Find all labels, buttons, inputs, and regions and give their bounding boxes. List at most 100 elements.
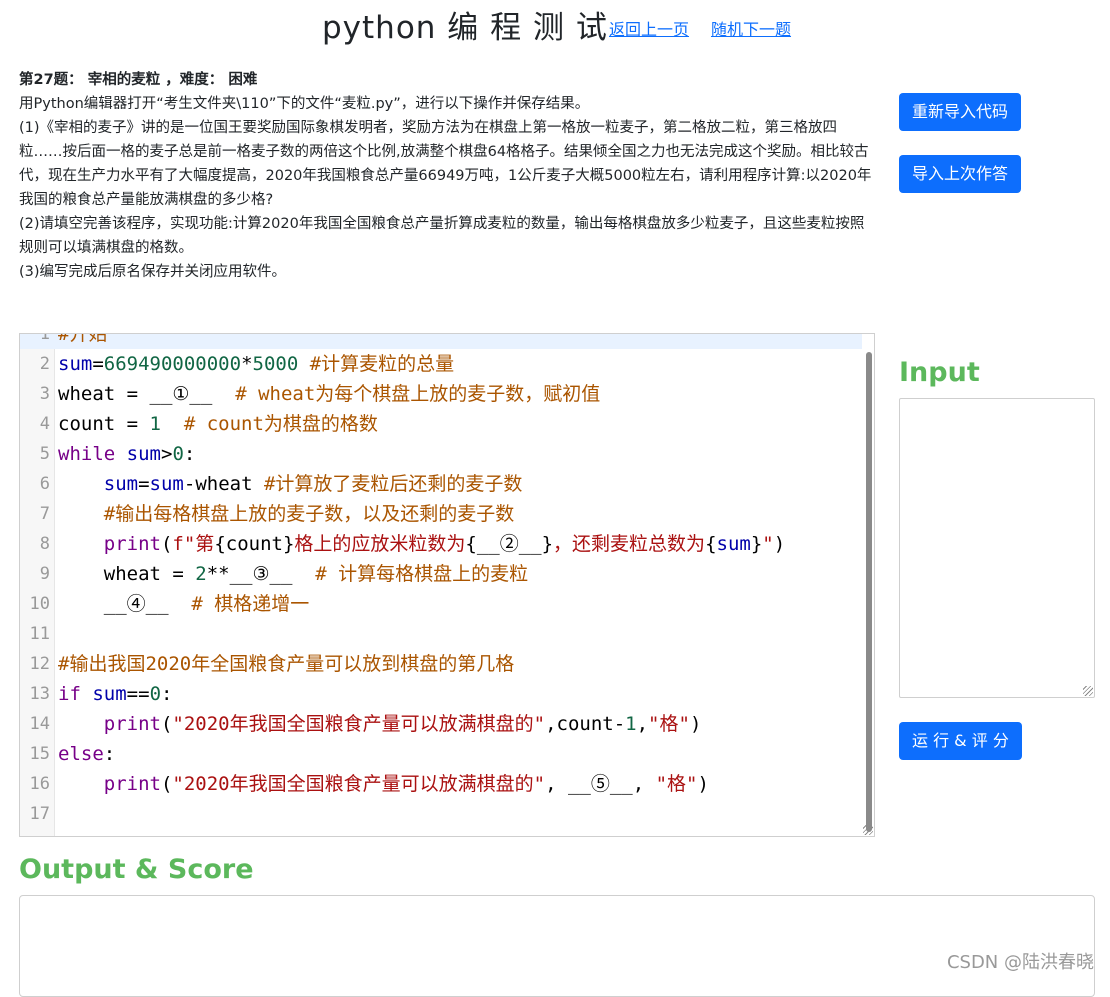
code-token: {count} <box>214 533 295 555</box>
code-token: print <box>103 713 161 735</box>
code-token: " <box>762 533 774 555</box>
code-line[interactable]: 15 else: <box>20 739 862 769</box>
code-token: sum <box>126 443 161 465</box>
code-line[interactable]: 13 if sum==0: <box>20 679 862 709</box>
line-number: 7 <box>39 504 50 524</box>
code-token: : <box>161 683 173 705</box>
code-token: # count为棋盘的格数 <box>183 413 378 435</box>
line-content: #输出每格棋盘上放的麦子数，以及还剩的麦子数 <box>58 499 514 529</box>
page-title: python 编 程 测 试 <box>322 10 608 46</box>
code-line[interactable]: 8 print(f"第{count}格上的应放米粒数为{__②__}，还剩麦粒总… <box>20 529 862 559</box>
line-content: #开始 <box>58 333 108 349</box>
line-number: 15 <box>29 744 50 764</box>
code-token: **__③__ <box>206 563 316 585</box>
input-resize-handle[interactable] <box>1083 686 1093 696</box>
code-token: __④__ <box>58 593 192 615</box>
code-token: "格" <box>655 773 698 795</box>
code-token: = <box>138 473 150 495</box>
code-token: #开始 <box>58 333 108 345</box>
code-token: sum <box>92 683 127 705</box>
line-number: 9 <box>39 564 50 584</box>
line-content: sum=669490000000*5000 #计算麦粒的总量 <box>58 349 454 379</box>
code-token: #输出每格棋盘上放的麦子数，以及还剩的麦子数 <box>103 503 515 525</box>
code-line[interactable]: 17 <box>20 799 862 829</box>
code-editor[interactable]: 1 #开始 2 sum=669490000000*5000 #计算麦粒的总量 3 whea… <box>19 333 875 837</box>
code-token: wheat = __①__ <box>58 383 236 405</box>
line-number: 6 <box>39 474 50 494</box>
problem-title: 第27题： 宰相的麦粒 ，难度： 困难 <box>19 72 258 88</box>
code-token: 5000 <box>252 353 299 375</box>
code-token: #输出我国2020年全国粮食产量可以放到棋盘的第几格 <box>58 653 515 675</box>
code-token: 669490000000 <box>103 353 242 375</box>
code-token: > <box>160 443 173 465</box>
code-token: wheat = <box>58 563 196 585</box>
code-line[interactable]: 16 print("2020年我国全国粮食产量可以放满棋盘的", __⑤__, … <box>20 769 862 799</box>
line-number: 3 <box>39 384 50 404</box>
line-number: 10 <box>29 594 50 614</box>
code-token: = <box>92 353 104 375</box>
reload-code-button[interactable]: 重新导入代码 <box>899 93 1022 131</box>
code-line[interactable]: 1 #开始 <box>20 333 862 349</box>
line-number: 17 <box>29 804 50 824</box>
line-number: 2 <box>39 354 50 374</box>
line-content: count = 1 # count为棋盘的格数 <box>58 409 378 439</box>
code-token: ) <box>773 533 786 555</box>
code-token: ) <box>697 773 709 795</box>
code-token: while <box>58 443 116 465</box>
code-token: print <box>103 533 161 555</box>
line-content: print("2020年我国全国粮食产量可以放满棋盘的", __⑤__, "格"… <box>58 769 709 799</box>
code-line[interactable]: 3 wheat = __①__ # wheat为每个棋盘上放的麦子数，赋初值 <box>20 379 862 409</box>
line-content: else: <box>58 739 115 769</box>
watermark: CSDN @陆洪春晓 <box>946 952 1094 973</box>
code-area[interactable]: 1 #开始 2 sum=669490000000*5000 #计算麦粒的总量 3 whea… <box>20 333 862 829</box>
code-token: count = <box>58 413 150 435</box>
line-number: 12 <box>29 654 50 674</box>
line-number: 4 <box>39 414 50 434</box>
code-line[interactable]: 14 print("2020年我国全国粮食产量可以放满棋盘的",count-1,… <box>20 709 862 739</box>
random-next-link[interactable]: 随机下一题 <box>711 16 791 40</box>
line-content: wheat = 2**__③__ # 计算每格棋盘上的麦粒 <box>58 559 528 589</box>
code-token: "2020年我国全国粮食产量可以放满棋盘的" <box>172 713 546 735</box>
code-token: : <box>183 443 196 465</box>
run-and-score-button[interactable]: 运 行 & 评 分 <box>899 722 1022 760</box>
code-token: {__②__} <box>465 533 554 555</box>
code-line[interactable]: 5 while sum>0: <box>20 439 862 469</box>
code-token: sum <box>716 533 751 555</box>
editor-scrollbar[interactable] <box>866 352 872 832</box>
line-number: 1 <box>39 333 50 344</box>
code-line[interactable]: 10 __④__ # 棋格递增一 <box>20 589 862 619</box>
code-token: else <box>58 743 104 765</box>
code-token: ，还剩麦粒总数为 <box>553 533 706 555</box>
code-token: , __⑤__, <box>545 773 656 795</box>
output-textarea[interactable] <box>19 895 1095 997</box>
code-line[interactable]: 4 count = 1 # count为棋盘的格数 <box>20 409 862 439</box>
line-content: sum=sum-wheat #计算放了麦粒后还剩的麦子数 <box>58 469 523 499</box>
back-link[interactable]: 返回上一页 <box>609 16 689 40</box>
code-line[interactable]: 7 #输出每格棋盘上放的麦子数，以及还剩的麦子数 <box>20 499 862 529</box>
code-token: == <box>126 683 150 705</box>
problem-line-3: (2)请填空完善该程序，实现功能:计算2020年我国全国粮食总产量折算成麦粒的数… <box>19 216 865 256</box>
code-token: 格上的应放米粒数为 <box>294 533 466 555</box>
line-number: 13 <box>29 684 50 704</box>
code-token: * <box>241 353 253 375</box>
code-token: # 棋格递增一 <box>191 593 310 615</box>
code-token: ( <box>160 533 173 555</box>
code-line[interactable]: 12 #输出我国2020年全国粮食产量可以放到棋盘的第几格 <box>20 649 862 679</box>
load-last-answer-button[interactable]: 导入上次作答 <box>899 155 1022 193</box>
code-token: , <box>636 713 649 735</box>
code-line[interactable]: 11 <box>20 619 862 649</box>
editor-resize-handle[interactable] <box>863 825 873 835</box>
code-line[interactable]: 6 sum=sum-wheat #计算放了麦粒后还剩的麦子数 <box>20 469 862 499</box>
input-textarea[interactable] <box>899 398 1095 698</box>
code-token: #计算放了麦粒后还剩的麦子数 <box>263 473 523 495</box>
code-token: sum <box>149 473 184 495</box>
code-token: 0 <box>149 683 162 705</box>
code-line[interactable]: 9 wheat = 2**__③__ # 计算每格棋盘上的麦粒 <box>20 559 862 589</box>
code-line[interactable]: 2 sum=669490000000*5000 #计算麦粒的总量 <box>20 349 862 379</box>
line-content: print("2020年我国全国粮食产量可以放满棋盘的",count-1,"格"… <box>58 709 702 739</box>
